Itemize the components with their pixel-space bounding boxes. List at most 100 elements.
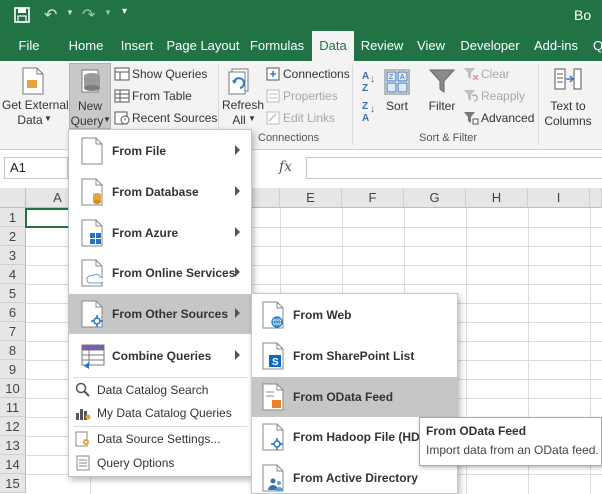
reapply-label: Reapply bbox=[481, 89, 526, 103]
sort-za-top-label: Z bbox=[362, 101, 369, 112]
column-header-h[interactable]: H bbox=[466, 188, 528, 208]
submenu-arrow-icon bbox=[235, 350, 240, 360]
sort-az-top-label: A bbox=[362, 71, 370, 82]
row-header-10[interactable]: 10 bbox=[0, 379, 26, 398]
menu-item-from-azure[interactable]: From Azure bbox=[69, 213, 251, 253]
tab-tell-me[interactable]: Q bbox=[588, 31, 602, 61]
query-options-icon bbox=[76, 455, 90, 471]
web-icon bbox=[262, 301, 284, 329]
undo-dropdown-icon[interactable]: ▼ bbox=[66, 8, 74, 17]
svg-text:S: S bbox=[272, 357, 279, 368]
menu-item-label: From Azure bbox=[112, 226, 179, 240]
row-header-1[interactable]: 1 bbox=[0, 208, 26, 227]
text-to-columns-icon bbox=[554, 68, 582, 90]
submenu-arrow-icon bbox=[235, 308, 240, 318]
row-header-15[interactable]: 15 bbox=[0, 474, 26, 493]
column-header-i[interactable]: I bbox=[528, 188, 590, 208]
odata-feed-icon bbox=[262, 383, 284, 411]
refresh-icon bbox=[228, 68, 249, 95]
tab-home[interactable]: Home bbox=[62, 31, 110, 61]
submenu-arrow-icon bbox=[235, 145, 240, 155]
new-query-menu: From File From Database From Azure From … bbox=[68, 129, 252, 477]
menu-item-my-data-catalog-queries[interactable]: My Data Catalog Queries bbox=[69, 402, 251, 424]
row-header-4[interactable]: 4 bbox=[0, 265, 26, 284]
submenu-item-label: From SharePoint List bbox=[293, 349, 415, 363]
row-header-6[interactable]: 6 bbox=[0, 303, 26, 322]
get-external-data-label-1: Get External bbox=[2, 98, 69, 112]
name-box[interactable]: A1 bbox=[4, 157, 68, 179]
save-icon[interactable] bbox=[14, 7, 30, 23]
menu-item-label: Data Catalog Search bbox=[97, 383, 209, 397]
tab-review[interactable]: Review bbox=[358, 31, 406, 61]
window-title: Bo bbox=[574, 7, 592, 23]
tab-insert[interactable]: Insert bbox=[114, 31, 160, 61]
column-header-e[interactable]: E bbox=[280, 188, 342, 208]
menu-item-label: From File bbox=[112, 144, 167, 158]
row-header-11[interactable]: 11 bbox=[0, 398, 26, 417]
row-header-13[interactable]: 13 bbox=[0, 436, 26, 455]
new-query-button[interactable]: New Query ▼ bbox=[69, 63, 111, 129]
odata-feed-tooltip: From OData Feed Import data from an ODat… bbox=[419, 417, 602, 466]
menu-item-data-catalog-search[interactable]: Data Catalog Search bbox=[69, 379, 251, 401]
row-header-7[interactable]: 7 bbox=[0, 322, 26, 341]
svg-text:Z: Z bbox=[389, 74, 394, 81]
redo-dropdown-icon[interactable]: ▼ bbox=[104, 8, 112, 17]
sharepoint-icon: S bbox=[262, 342, 284, 370]
customize-quick-access-icon[interactable]: ▾ bbox=[122, 6, 127, 17]
submenu-item-from-sharepoint-list[interactable]: S From SharePoint List bbox=[252, 336, 457, 376]
connections-group-label: Connections bbox=[258, 132, 320, 144]
row-header-2[interactable]: 2 bbox=[0, 227, 26, 246]
row-header-3[interactable]: 3 bbox=[0, 246, 26, 265]
insert-function-icon[interactable]: fx bbox=[279, 159, 292, 175]
menu-item-from-online-services[interactable]: From Online Services bbox=[69, 253, 251, 293]
tab-add-ins[interactable]: Add-ins bbox=[530, 31, 582, 61]
sort-filter-group-label: Sort & Filter bbox=[419, 132, 478, 144]
ribbon-separator bbox=[352, 65, 353, 145]
row-header-5[interactable]: 5 bbox=[0, 284, 26, 303]
menu-item-data-source-settings[interactable]: Data Source Settings... bbox=[69, 428, 251, 450]
tab-data[interactable]: Data bbox=[312, 31, 354, 61]
row-header-9[interactable]: 9 bbox=[0, 360, 26, 379]
hadoop-file-icon bbox=[262, 423, 284, 451]
text-to-columns-label-1: Text to bbox=[550, 99, 586, 113]
advanced-label: Advanced bbox=[481, 111, 535, 125]
column-header-f[interactable]: F bbox=[342, 188, 404, 208]
sort-label: Sort bbox=[385, 99, 408, 113]
tab-view[interactable]: View bbox=[412, 31, 450, 61]
sort-dialog-icon: Z A bbox=[384, 69, 410, 95]
recent-sources-icon bbox=[114, 111, 130, 125]
redo-icon[interactable]: ↷ bbox=[82, 5, 95, 25]
formula-input[interactable] bbox=[306, 157, 602, 179]
submenu-arrow-icon bbox=[235, 267, 240, 277]
tab-formulas[interactable]: Formulas bbox=[246, 31, 308, 61]
sort-az-bottom-label: Z bbox=[362, 83, 369, 94]
connections-label: Connections bbox=[283, 67, 350, 81]
column-header-j[interactable] bbox=[590, 188, 602, 208]
document-icon bbox=[22, 67, 44, 95]
row-header-12[interactable]: 12 bbox=[0, 417, 26, 436]
column-header-g[interactable]: G bbox=[404, 188, 466, 208]
submenu-arrow-icon bbox=[235, 227, 240, 237]
menu-item-query-options[interactable]: Query Options bbox=[69, 452, 251, 474]
row-header-14[interactable]: 14 bbox=[0, 455, 26, 474]
connections-icon bbox=[266, 67, 280, 81]
tab-file[interactable]: File bbox=[8, 31, 50, 61]
cloud-icon bbox=[81, 259, 103, 287]
tab-developer[interactable]: Developer bbox=[456, 31, 524, 61]
edit-links-label: Edit Links bbox=[283, 111, 336, 125]
menu-item-from-other-sources[interactable]: From Other Sources bbox=[69, 294, 251, 334]
other-sources-icon bbox=[81, 300, 103, 328]
combine-queries-icon bbox=[81, 344, 105, 369]
file-icon bbox=[81, 137, 103, 165]
reapply-icon bbox=[464, 90, 478, 102]
row-header-8[interactable]: 8 bbox=[0, 341, 26, 360]
active-directory-icon bbox=[262, 464, 284, 492]
menu-item-from-file[interactable]: From File bbox=[69, 131, 251, 171]
submenu-item-from-odata-feed[interactable]: From OData Feed bbox=[252, 377, 457, 417]
tab-page-layout[interactable]: Page Layout bbox=[164, 31, 242, 61]
undo-icon[interactable]: ↶ bbox=[44, 5, 57, 25]
submenu-item-from-web[interactable]: From Web bbox=[252, 295, 457, 335]
menu-item-combine-queries[interactable]: Combine Queries bbox=[69, 336, 251, 376]
menu-item-from-database[interactable]: From Database bbox=[69, 172, 251, 212]
select-all-corner[interactable] bbox=[0, 188, 26, 208]
